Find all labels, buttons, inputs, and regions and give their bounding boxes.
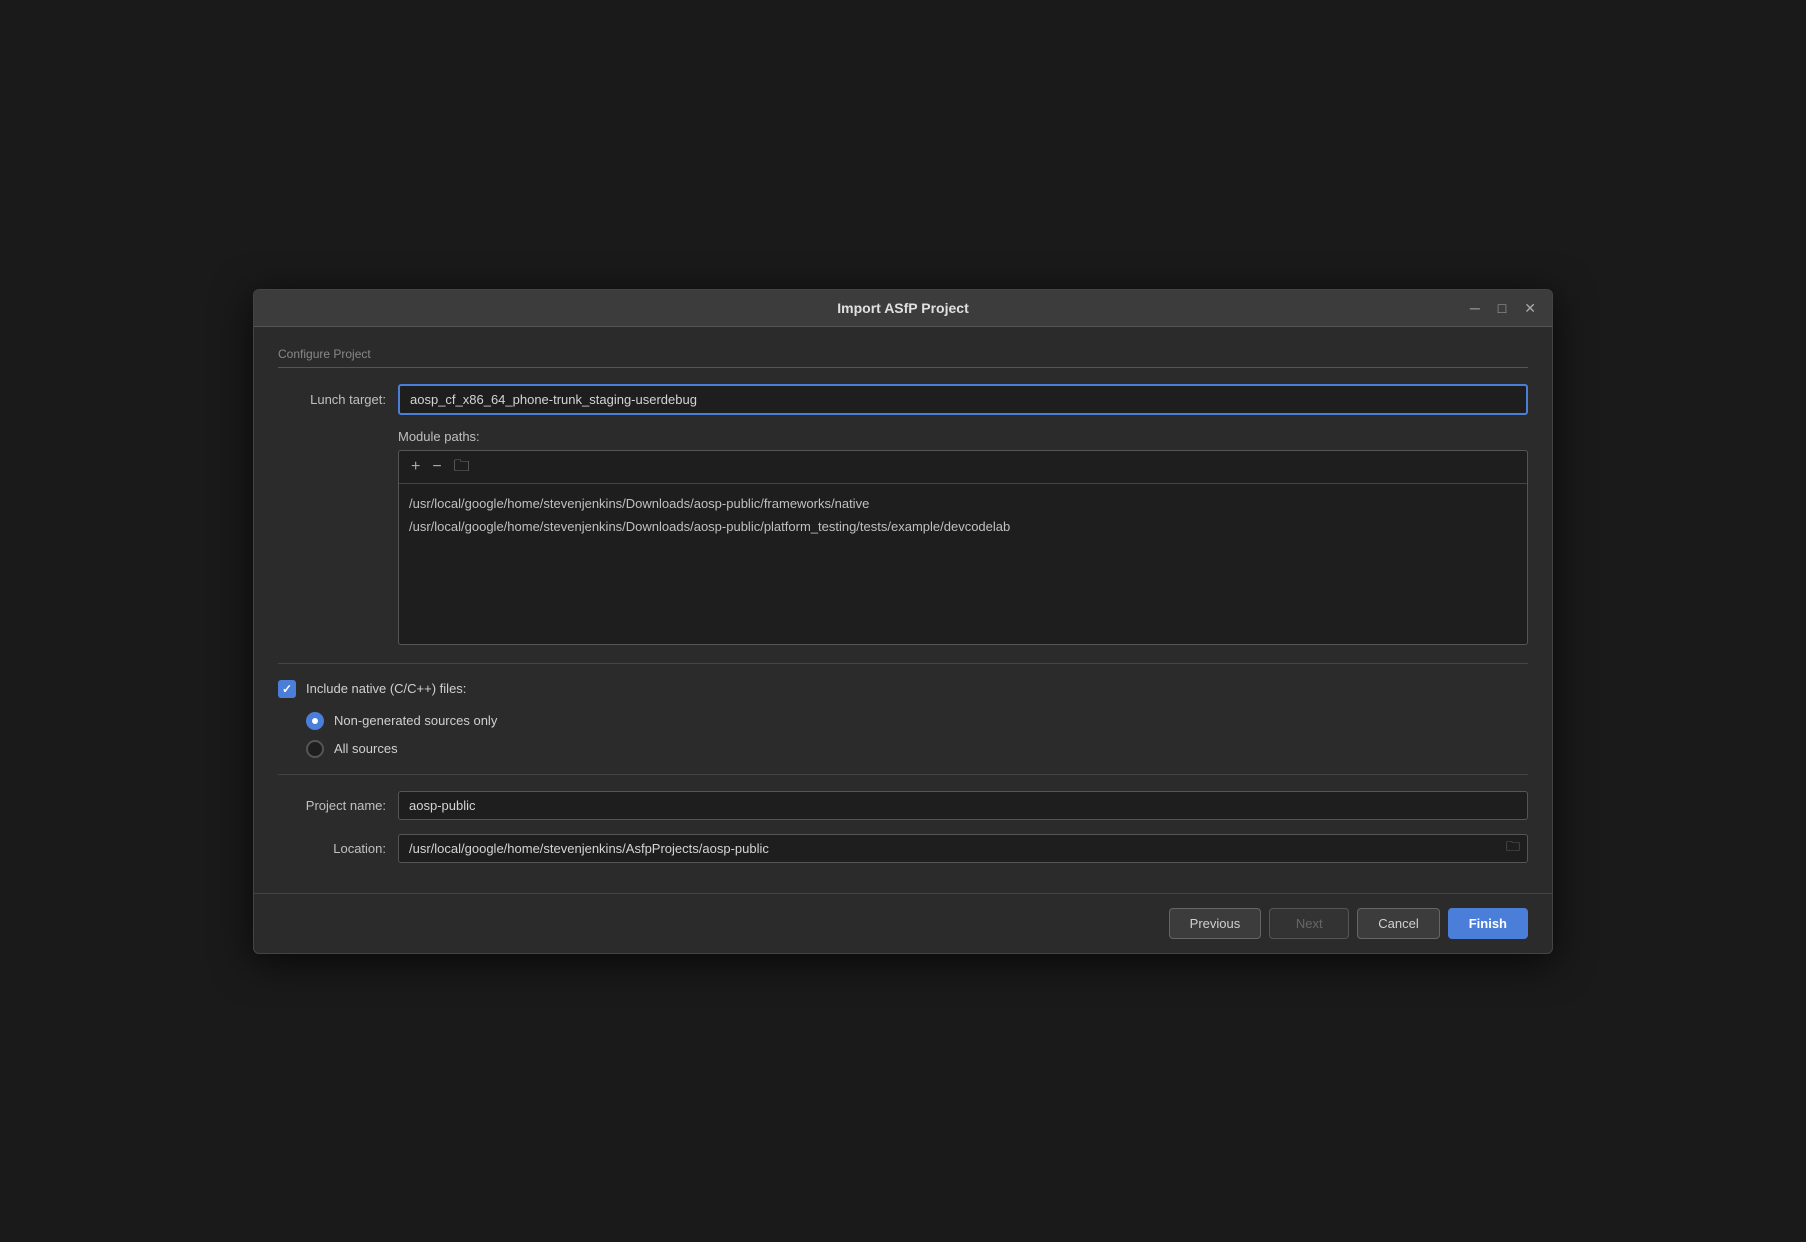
include-native-checkbox[interactable]: ✓ — [278, 680, 296, 698]
minimize-icon: ─ — [1470, 300, 1480, 316]
location-label: Location: — [278, 841, 398, 856]
previous-button[interactable]: Previous — [1169, 908, 1262, 939]
radio-all-sources-label: All sources — [334, 741, 398, 756]
list-item: /usr/local/google/home/stevenjenkins/Dow… — [409, 515, 1517, 538]
radio-non-generated-row: Non-generated sources only — [306, 712, 1528, 730]
radio-all-sources-row: All sources — [306, 740, 1528, 758]
cancel-button[interactable]: Cancel — [1357, 908, 1439, 939]
include-native-label: Include native (C/C++) files: — [306, 681, 466, 696]
maximize-icon: □ — [1498, 300, 1506, 316]
add-path-button[interactable]: + — [407, 457, 424, 477]
remove-path-button[interactable]: − — [428, 457, 445, 477]
project-name-row: Project name: — [278, 791, 1528, 820]
next-button[interactable]: Next — [1269, 908, 1349, 939]
location-input-wrapper: 🗀 — [398, 834, 1528, 863]
finish-button[interactable]: Finish — [1448, 908, 1528, 939]
title-bar: Import ASfP Project ─ □ ✕ — [254, 290, 1552, 327]
radio-non-generated-label: Non-generated sources only — [334, 713, 497, 728]
module-paths-container: + − 🗀 /usr/local/google/home/stevenjenki… — [398, 450, 1528, 645]
module-paths-section: Module paths: + − 🗀 /usr/local/google/ho… — [278, 429, 1528, 645]
import-dialog: Import ASfP Project ─ □ ✕ Configure Proj… — [253, 289, 1553, 954]
add-icon: + — [411, 458, 420, 475]
close-icon: ✕ — [1524, 300, 1536, 316]
module-paths-list: /usr/local/google/home/stevenjenkins/Dow… — [399, 484, 1527, 644]
check-icon: ✓ — [282, 682, 292, 696]
divider-2 — [278, 774, 1528, 775]
remove-icon: − — [432, 458, 441, 475]
project-name-input[interactable] — [398, 791, 1528, 820]
radio-non-generated[interactable] — [306, 712, 324, 730]
dialog-body: Configure Project Lunch target: Module p… — [254, 327, 1552, 893]
location-row: Location: 🗀 — [278, 834, 1528, 863]
maximize-button[interactable]: □ — [1494, 299, 1510, 317]
dialog-title: Import ASfP Project — [837, 300, 968, 316]
location-browse-button[interactable]: 🗀 — [1504, 834, 1522, 862]
section-label: Configure Project — [278, 347, 1528, 368]
folder-icon: 🗀 — [454, 458, 470, 475]
lunch-target-input[interactable] — [398, 384, 1528, 415]
browse-folder-icon: 🗀 — [1506, 838, 1520, 854]
list-item: /usr/local/google/home/stevenjenkins/Dow… — [409, 492, 1517, 515]
project-name-label: Project name: — [278, 798, 398, 813]
browse-path-button[interactable]: 🗀 — [450, 457, 474, 477]
window-controls: ─ □ ✕ — [1466, 299, 1540, 317]
dialog-footer: Previous Next Cancel Finish — [254, 893, 1552, 953]
lunch-target-label: Lunch target: — [278, 392, 398, 407]
divider — [278, 663, 1528, 664]
include-native-row: ✓ Include native (C/C++) files: — [278, 680, 1528, 698]
module-paths-label: Module paths: — [398, 429, 1528, 444]
module-paths-toolbar: + − 🗀 — [399, 451, 1527, 484]
close-button[interactable]: ✕ — [1520, 299, 1540, 317]
lunch-target-row: Lunch target: — [278, 384, 1528, 415]
radio-options: Non-generated sources only All sources — [306, 712, 1528, 758]
location-input[interactable] — [398, 834, 1528, 863]
minimize-button[interactable]: ─ — [1466, 299, 1484, 317]
radio-all-sources[interactable] — [306, 740, 324, 758]
